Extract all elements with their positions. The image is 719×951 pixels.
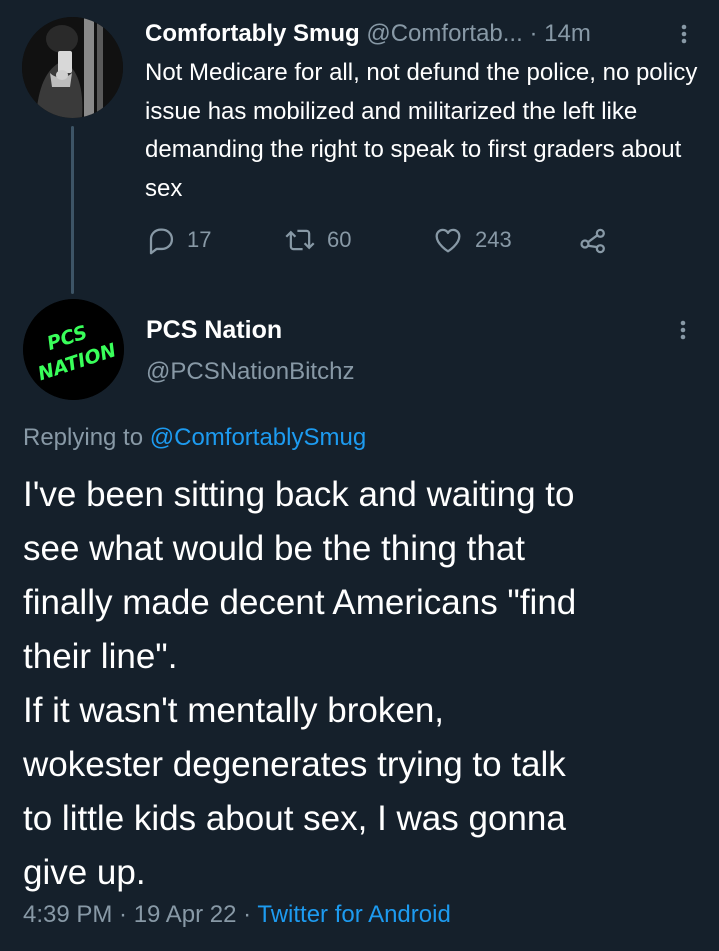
replying-mention-link[interactable]: @ComfortablySmug: [150, 424, 366, 451]
tweet-text-line: finally made decent Americans "find: [23, 583, 577, 622]
main-display-name[interactable]: PCS Nation: [146, 313, 282, 347]
main-tweet-text: I've been sitting back and waiting to se…: [23, 468, 703, 900]
like-count: 243: [475, 227, 512, 252]
parent-action-bar: 17 60 243: [145, 222, 645, 258]
like-button[interactable]: 243: [431, 222, 512, 258]
thread-line: [71, 126, 74, 294]
tweet-text-line: see what would be the thing that: [23, 529, 526, 568]
main-avatar[interactable]: PCS NATION: [23, 299, 124, 400]
parent-tweet-text: Not Medicare for all, not defund the pol…: [145, 59, 698, 202]
tweet-screen: Comfortably Smug @Comfortab... · 14m Not…: [0, 0, 719, 951]
parent-timestamp[interactable]: 14m: [544, 20, 591, 47]
reply-button[interactable]: 17: [145, 222, 211, 258]
more-vertical-icon: [680, 320, 686, 340]
main-handle[interactable]: @PCSNationBitchz: [146, 355, 354, 389]
parent-more-button[interactable]: [674, 18, 694, 50]
retweet-button[interactable]: 60: [283, 222, 351, 258]
avatar-photo-icon: [22, 17, 123, 118]
pcs-nation-logo: PCS NATION: [23, 299, 124, 400]
share-icon: [580, 228, 605, 254]
tweet-text-line: If it wasn't mentally broken,: [23, 691, 445, 730]
retweet-count: 60: [327, 227, 352, 252]
retweet-icon: [285, 229, 315, 251]
replying-prefix: Replying to: [23, 424, 144, 451]
replying-to: Replying to @ComfortablySmug: [23, 420, 366, 456]
tweet-source-link[interactable]: Twitter for Android: [257, 901, 450, 928]
reply-count: 17: [187, 227, 212, 252]
parent-header: Comfortably Smug @Comfortab... · 14m: [145, 18, 705, 50]
parent-avatar[interactable]: [22, 17, 123, 118]
reply-icon: [149, 228, 174, 255]
heart-icon: [435, 228, 461, 253]
tweet-text-line: give up.: [23, 853, 146, 892]
more-vertical-icon: [681, 24, 687, 44]
parent-separator: ·: [529, 20, 538, 47]
main-more-button[interactable]: [673, 314, 693, 346]
tweet-timestamp[interactable]: 4:39 PM · 19 Apr 22: [23, 901, 236, 928]
tweet-text-line: their line".: [23, 637, 178, 676]
tweet-text-line: wokester degenerates trying to talk: [23, 745, 566, 784]
tweet-text-line: I've been sitting back and waiting to: [23, 475, 575, 514]
parent-handle[interactable]: @Comfortab...: [366, 20, 522, 47]
share-button[interactable]: [577, 222, 609, 258]
parent-display-name[interactable]: Comfortably Smug: [145, 20, 360, 47]
meta-separator: ·: [243, 901, 252, 928]
tweet-meta: 4:39 PM · 19 Apr 22 · Twitter for Androi…: [23, 897, 451, 933]
tweet-text-line: to little kids about sex, I was gonna: [23, 799, 566, 838]
